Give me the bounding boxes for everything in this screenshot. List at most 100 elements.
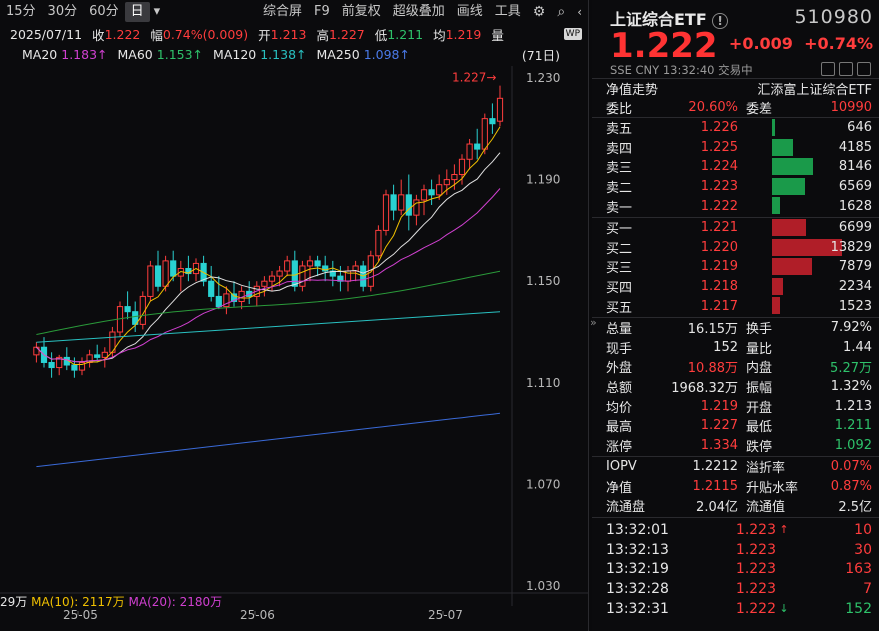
ask-level-volume: 646 (847, 120, 872, 135)
candle-body (49, 362, 54, 367)
bid-level-price: 1.219 (646, 259, 738, 274)
candle-body (95, 355, 100, 358)
ask-level-volume-bar (772, 139, 793, 156)
candle-body (285, 261, 290, 271)
stat-label: 跌停 (746, 436, 772, 455)
chart-settings-icon[interactable]: WP (564, 28, 582, 40)
stat-label: 最低 (746, 416, 772, 435)
stat-label: 涨停 (606, 436, 650, 455)
candle-body (262, 281, 267, 286)
candle-body (391, 195, 396, 210)
y-tick-label: 1.150 (526, 274, 560, 288)
tick-time: 13:32:01 (606, 522, 706, 538)
candle-body (383, 195, 388, 231)
search-icon[interactable]: ⌕ (551, 2, 571, 22)
ask-level-label: 卖三 (606, 157, 646, 176)
ask-level-label: 卖一 (606, 197, 646, 216)
panel-icons (821, 62, 871, 76)
stat-label: 现手 (606, 338, 650, 357)
security-code: 510980 (794, 6, 873, 28)
collapse-arrow-icon[interactable]: ‹ (571, 2, 588, 22)
close-value: 1.222 (105, 27, 141, 42)
up-arrow-icon: ↑ (776, 523, 792, 536)
candle-body (125, 307, 130, 312)
candle-body (444, 180, 449, 185)
ask-level-volume: 4185 (839, 140, 872, 155)
stat-value: 5.27万 (830, 357, 872, 376)
composite-screen-button[interactable]: 综合屏 (257, 2, 308, 22)
wc-value: 10990 (831, 100, 872, 115)
bid-level-label: 买二 (606, 238, 646, 257)
bid-level-label: 买五 (606, 297, 646, 316)
bid-level-price: 1.218 (646, 279, 738, 294)
edit-icon[interactable] (821, 62, 835, 76)
ma20-label: MA20 (22, 47, 57, 62)
bid-level-price: 1.221 (646, 220, 738, 235)
bid-level: 买四1.2182234 (606, 277, 872, 297)
tick-volume: 30 (854, 542, 872, 558)
ma60-label: MA60 (118, 47, 153, 62)
bid-level: 买二1.22013829 (606, 238, 872, 258)
candle-body (277, 271, 282, 276)
stat-row: 总额1968.32万振幅1.32% (606, 377, 872, 397)
grid-icon[interactable] (857, 62, 871, 76)
add-icon[interactable] (839, 62, 853, 76)
stat-value: 0.87% (831, 479, 872, 494)
candle-body (72, 365, 77, 370)
volume-label: 量 (491, 25, 504, 44)
candle-body (475, 144, 480, 149)
y-tick-label: 1.230 (526, 71, 560, 85)
stat-label: 开盘 (746, 397, 772, 416)
quote-panel: 上证综合ETF ! 510980 1.222 +0.009 +0.74% SSE… (592, 0, 879, 631)
ask-level-volume-bar (772, 119, 775, 136)
ask-level: 卖二1.2236569 (606, 177, 872, 197)
order-ratio-row: 委比 20.60% 委差 10990 (606, 98, 872, 118)
f9-button[interactable]: F9 (308, 2, 336, 22)
forward-adjust-button[interactable]: 前复权 (336, 2, 387, 22)
wc-label: 委差 (746, 98, 772, 117)
last-price: 1.222 (610, 26, 718, 66)
bid-level-volume-bar (772, 258, 812, 275)
open-label: 开 (258, 25, 271, 44)
high-label: 高 (316, 25, 329, 44)
nav-row: 净值走势 汇添富上证综合ETF (606, 79, 872, 99)
period-30m[interactable]: 30分 (42, 2, 84, 22)
bid-level-price: 1.217 (646, 299, 738, 314)
period-15m[interactable]: 15分 (0, 2, 42, 22)
super-overlay-button[interactable]: 超级叠加 (387, 2, 451, 22)
stat-value: 1.227 (650, 418, 738, 433)
low-value: 1.211 (387, 27, 423, 42)
period-60m[interactable]: 60分 (83, 2, 125, 22)
stat-value: 1.32% (831, 379, 872, 394)
wb-value: 20.60% (646, 100, 738, 115)
stat-row: 总量16.15万换手7.92% (606, 318, 872, 338)
candle-body (315, 261, 320, 266)
candle-body (376, 230, 381, 255)
fund-name: 汇添富上证综合ETF (757, 79, 872, 98)
candle-body (171, 261, 176, 276)
candle-body (209, 281, 214, 296)
tools-button[interactable]: 工具 (489, 2, 527, 22)
settings-gear-icon[interactable]: ⚙ (527, 2, 552, 22)
stat-value: 16.15万 (650, 318, 738, 337)
days-count[interactable]: (71日) (522, 45, 560, 64)
period-day[interactable]: 日 (125, 2, 150, 22)
tick-time: 13:32:28 (606, 581, 706, 597)
draw-line-button[interactable]: 画线 (451, 2, 489, 22)
ask-level-price: 1.224 (646, 159, 738, 174)
ask-level-volume-bar (772, 197, 780, 214)
stat-value: 10.88万 (650, 357, 738, 376)
close-label: 收 (92, 25, 105, 44)
candle-body (497, 98, 502, 121)
candle-body (148, 266, 153, 296)
panel-divider[interactable] (588, 0, 589, 631)
kline-chart[interactable]: 1.2301.1901.1501.1101.0701.0301.227→29万 … (0, 66, 588, 631)
nav-trend-link[interactable]: 净值走势 (606, 79, 658, 98)
period-dropdown-icon[interactable]: ▾ (150, 2, 165, 22)
stat-value: 2.04亿 (650, 496, 738, 515)
ma60-value: 1.153↑ (157, 47, 203, 62)
stat-label: 均价 (606, 397, 650, 416)
ma250-value: 1.098↑ (364, 47, 410, 62)
expand-panel-icon[interactable]: » (590, 316, 597, 329)
x-tick-label: 25-05 (63, 608, 98, 622)
